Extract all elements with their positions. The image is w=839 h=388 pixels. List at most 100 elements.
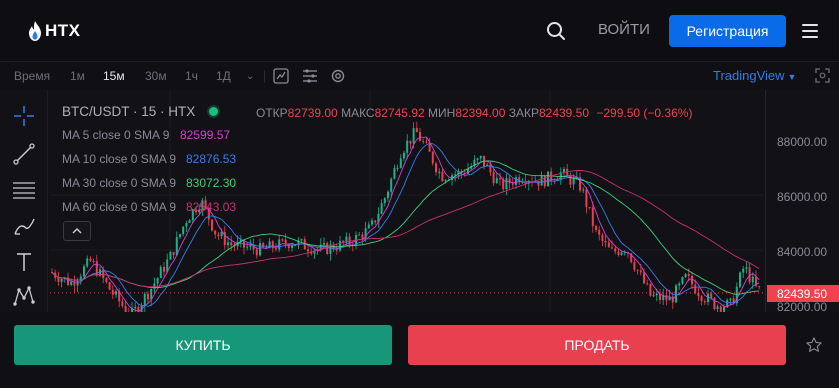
interval-15m[interactable]: 15м xyxy=(103,69,125,83)
candle-body xyxy=(595,226,597,230)
symbol-label: BTC/USDT · 15 · HTX xyxy=(62,104,196,119)
candle-body xyxy=(646,283,649,285)
candle-body xyxy=(479,155,482,159)
candle-body xyxy=(614,248,617,252)
candle-body xyxy=(230,242,233,246)
pattern-tool-icon[interactable] xyxy=(12,284,36,308)
collapse-legend-button[interactable] xyxy=(63,221,91,241)
candle-body xyxy=(742,268,745,273)
ma60-legend: MA 60 close 0 SMA 9 82543.03 xyxy=(62,200,236,214)
search-icon[interactable] xyxy=(546,21,566,41)
interval-1d[interactable]: 1Д xyxy=(216,69,231,83)
candle-body xyxy=(563,168,565,173)
candle-body xyxy=(179,234,181,238)
candle-body xyxy=(671,296,674,303)
price-tick: 88000.00 xyxy=(777,135,828,149)
candle-body xyxy=(678,283,681,286)
candle-body xyxy=(675,285,677,303)
candle-body xyxy=(220,232,223,237)
brush-icon[interactable] xyxy=(12,214,36,238)
candle-body xyxy=(83,266,85,277)
ma5-legend: MA 5 close 0 SMA 9 82599.57 xyxy=(62,128,230,142)
candle-body xyxy=(511,183,514,185)
time-label[interactable]: Время xyxy=(14,69,50,83)
candle-body xyxy=(307,249,309,252)
candle-body xyxy=(323,243,325,245)
caret-down-icon: ▼ xyxy=(787,72,797,82)
candle-body xyxy=(665,294,668,301)
chevron-down-icon[interactable]: ⌄ xyxy=(246,71,254,82)
candle-body xyxy=(636,269,639,271)
tradingview-selector[interactable]: TradingView ▼ xyxy=(713,68,796,83)
candle-body xyxy=(499,178,501,180)
candle-body xyxy=(259,243,261,256)
fib-lines-icon[interactable] xyxy=(12,178,36,202)
drawing-toolbar xyxy=(0,90,48,312)
candle-body xyxy=(255,249,258,256)
candle-body xyxy=(419,132,421,141)
candle-body xyxy=(758,286,761,288)
interval-30m[interactable]: 30м xyxy=(145,69,167,83)
change-value: −299.50 (−0.36%) xyxy=(596,106,693,120)
ma-value: 82599.57 xyxy=(180,128,231,142)
low-value: 82394.00 xyxy=(455,106,506,120)
chevron-up-icon xyxy=(72,227,82,234)
candle-body xyxy=(745,267,748,269)
ma-value: 83072.30 xyxy=(186,176,237,190)
ma-label: MA 10 close 0 SMA 9 xyxy=(62,152,177,166)
hamburger-menu-icon[interactable] xyxy=(802,24,818,38)
candle-body xyxy=(431,151,434,164)
candle-body xyxy=(214,230,217,235)
candle-body xyxy=(425,141,428,143)
candle-body xyxy=(694,284,697,294)
sell-button[interactable]: ПРОДАТЬ xyxy=(408,325,786,365)
open-value: 82739.00 xyxy=(287,106,338,120)
candle-body xyxy=(716,306,719,310)
text-tool-icon[interactable] xyxy=(12,250,36,274)
interval-1m[interactable]: 1м xyxy=(70,69,85,83)
low-label: МИН xyxy=(428,106,456,120)
flame-icon xyxy=(29,21,41,41)
candle-body xyxy=(361,234,364,239)
chart-legend: BTC/USDT · 15 · HTX xyxy=(62,104,226,119)
login-link[interactable]: ВОЙТИ xyxy=(598,21,650,38)
candle-body xyxy=(121,301,124,307)
candle-body xyxy=(108,282,111,290)
crosshair-icon[interactable] xyxy=(12,104,36,128)
candle-body xyxy=(134,306,137,309)
fullscreen-icon[interactable] xyxy=(815,68,830,83)
candle-body xyxy=(435,163,437,173)
candle-body xyxy=(591,207,594,227)
candle-body xyxy=(249,244,252,247)
register-button[interactable]: Регистрация xyxy=(669,15,786,47)
candle-body xyxy=(444,180,447,182)
candle-body xyxy=(739,272,741,287)
ohlc-readout: ОТКР82739.00 МАКС82745.92 МИН82394.00 ЗА… xyxy=(256,106,692,120)
interval-1h[interactable]: 1ч xyxy=(185,69,198,83)
candle-body xyxy=(172,251,175,256)
chart-type-icon[interactable] xyxy=(273,68,289,84)
candle-body xyxy=(611,247,613,249)
price-tick: 82000.00 xyxy=(777,300,828,312)
price-axis[interactable]: 88000.00 86000.00 84000.00 82439.50 8200… xyxy=(765,90,839,312)
close-value: 82439.50 xyxy=(538,106,590,120)
candle-body xyxy=(281,239,284,241)
candle-body xyxy=(476,158,479,160)
htx-logo[interactable]: HTX xyxy=(28,21,81,41)
chart-area[interactable]: BTC/USDT · 15 · HTX ОТКР82739.00 МАКС827… xyxy=(0,90,839,312)
candle-body xyxy=(655,293,658,296)
trend-line-icon[interactable] xyxy=(12,142,36,166)
settings-icon[interactable] xyxy=(330,68,346,84)
chart-toolbar: Время 1м 15м 30м 1ч 1Д ⌄ TradingView ▼ xyxy=(0,63,839,89)
candle-body xyxy=(188,220,191,223)
candle-body xyxy=(537,181,540,186)
candle-body xyxy=(700,296,703,302)
candle-body xyxy=(217,234,220,237)
candle-body xyxy=(182,226,185,235)
indicators-icon[interactable] xyxy=(302,68,318,84)
candle-body xyxy=(582,189,585,191)
buy-button[interactable]: КУПИТЬ xyxy=(14,325,392,365)
star-icon[interactable] xyxy=(805,336,823,354)
candle-body xyxy=(412,128,415,144)
candle-body xyxy=(185,222,188,227)
